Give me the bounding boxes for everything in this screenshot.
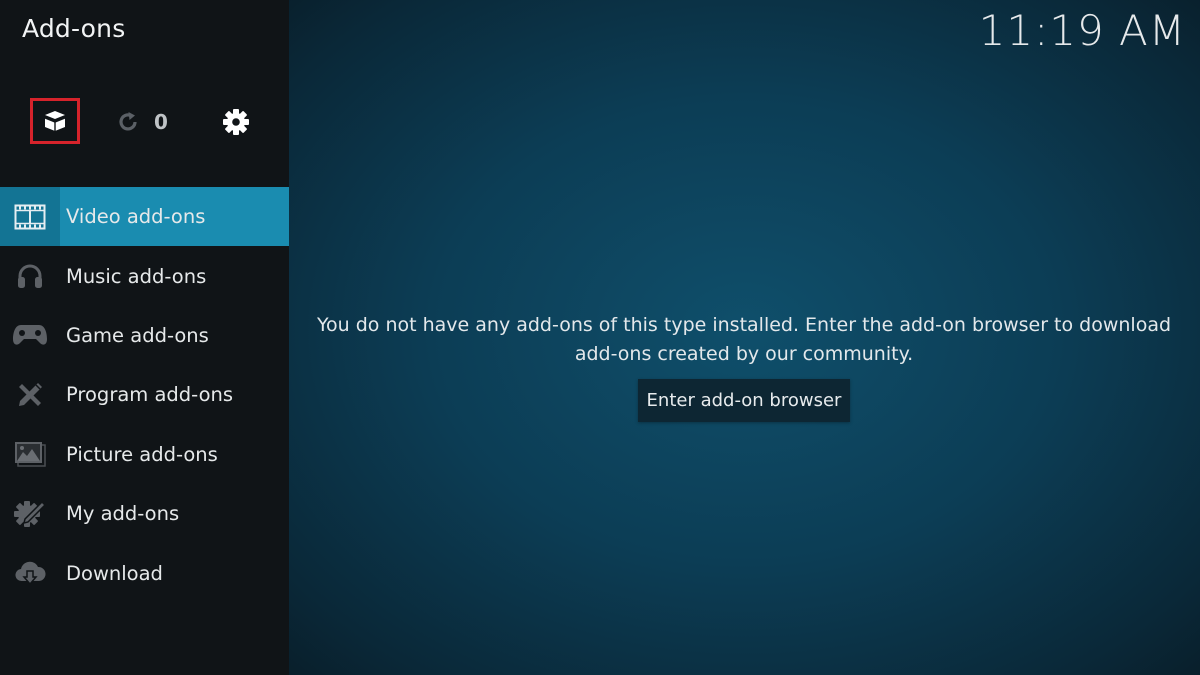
sidebar-item-my-addons[interactable]: My add-ons xyxy=(0,484,289,543)
sidebar-item-label: Download xyxy=(66,561,163,585)
gamepad-icon xyxy=(0,306,60,365)
sidebar-item-download[interactable]: Download xyxy=(0,543,289,602)
sidebar-item-label: Video add-ons xyxy=(66,205,206,229)
headphones-icon xyxy=(0,247,60,306)
sidebar-item-label: My add-ons xyxy=(66,502,180,526)
sidebar-item-label: Program add-ons xyxy=(66,383,234,407)
check-updates-button[interactable]: 0 xyxy=(116,104,168,140)
open-box-icon xyxy=(42,108,68,134)
update-count: 0 xyxy=(154,110,168,134)
cloud-download-icon xyxy=(0,544,60,603)
settings-button[interactable] xyxy=(216,102,256,142)
sidebar-item-label: Picture add-ons xyxy=(66,442,218,466)
sidebar: Add-ons 0 Video add-ons Music add-ons Ga… xyxy=(0,0,289,675)
gear-icon xyxy=(222,108,250,136)
tools-icon xyxy=(0,365,60,424)
sidebar-item-program-addons[interactable]: Program add-ons xyxy=(0,365,289,424)
refresh-icon xyxy=(116,110,140,134)
sidebar-item-label: Music add-ons xyxy=(66,264,207,288)
sidebar-item-picture-addons[interactable]: Picture add-ons xyxy=(0,425,289,484)
sidebar-item-music-addons[interactable]: Music add-ons xyxy=(0,246,289,305)
enter-addon-browser-button[interactable]: Enter add-on browser xyxy=(638,379,850,422)
addon-browser-button[interactable] xyxy=(30,98,80,144)
film-icon xyxy=(0,187,60,247)
sidebar-item-label: Game add-ons xyxy=(66,323,209,347)
empty-state-message: You do not have any add-ons of this type… xyxy=(316,314,1172,365)
page-title: Add-ons xyxy=(22,14,126,43)
sidebar-item-game-addons[interactable]: Game add-ons xyxy=(0,306,289,365)
picture-icon xyxy=(0,425,60,484)
sidebar-menu: Video add-ons Music add-ons Game add-ons… xyxy=(0,187,289,603)
clock: 11:19 AM xyxy=(978,6,1186,55)
gear-wrench-icon xyxy=(0,484,60,543)
sidebar-item-video-addons[interactable]: Video add-ons xyxy=(0,187,289,247)
